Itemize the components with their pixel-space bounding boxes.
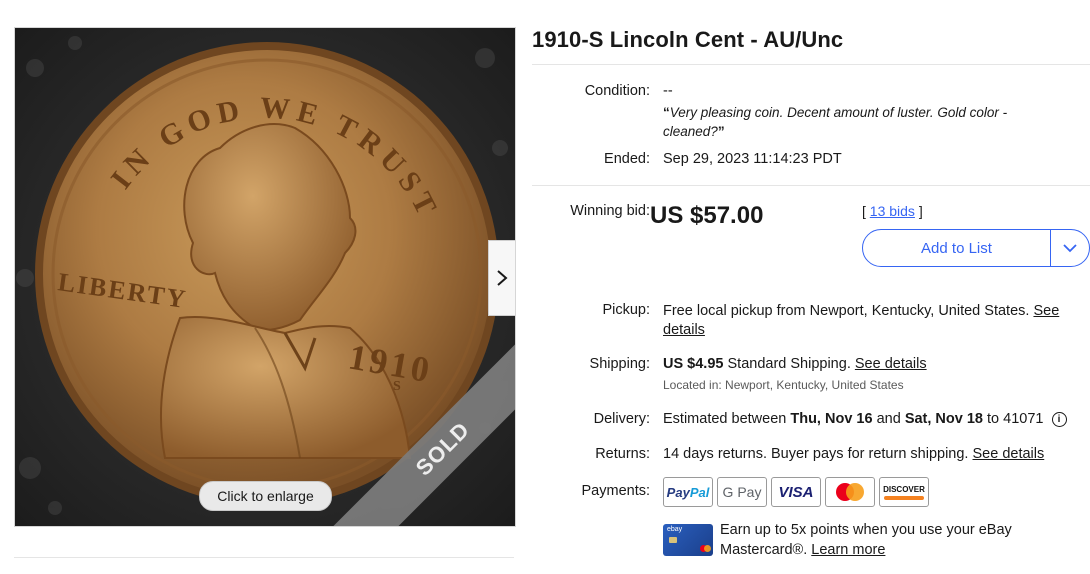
payments-label: Payments: xyxy=(581,483,651,499)
mastercard-icon xyxy=(836,483,864,501)
paypal-logo: Pay Pal xyxy=(663,477,713,507)
pickup-label: Pickup: xyxy=(602,302,650,318)
delivery-value: Estimated between Thu, Nov 16 and Sat, N… xyxy=(663,411,1067,427)
pickup-value: Free local pickup from Newport, Kentucky… xyxy=(663,302,1085,340)
coin-mint-text: S xyxy=(393,379,401,394)
condition-label: Condition: xyxy=(584,83,650,99)
discover-text: DISCOVER xyxy=(883,484,925,494)
returns-value: 14 days returns. Buyer pays for return s… xyxy=(663,446,1044,462)
item-title: 1910-S Lincoln Cent - AU/Unc xyxy=(532,27,844,52)
info-icon[interactable]: i xyxy=(1051,412,1067,427)
item-image-panel[interactable]: IN GOD WE TRUST LIBERTY 1910 S SOLD Clic… xyxy=(14,27,516,527)
add-to-list-dropdown[interactable] xyxy=(1050,230,1089,266)
ended-value: Sep 29, 2023 11:14:23 PDT xyxy=(663,151,842,167)
delivery-prefix: Estimated between xyxy=(663,411,787,427)
shipping-price: US $4.95 xyxy=(663,356,724,372)
bid-history-link[interactable]: 13 bids xyxy=(870,203,915,219)
delivery-start-date: Thu, Nov 16 xyxy=(790,411,873,427)
mastercard-logo xyxy=(825,477,875,507)
shipping-value: US $4.95 Standard Shipping. See details xyxy=(663,356,927,372)
learn-more-link[interactable]: Learn more xyxy=(811,542,885,558)
delivery-label: Delivery: xyxy=(593,411,650,427)
seller-note-text: Very pleasing coin. Decent amount of lus… xyxy=(663,105,1008,139)
divider xyxy=(14,557,514,558)
pickup-text: Free local pickup from Newport, Kentucky… xyxy=(663,303,1030,319)
delivery-and: and xyxy=(876,411,901,427)
coin-photo: IN GOD WE TRUST LIBERTY 1910 S xyxy=(15,28,515,526)
click-to-enlarge-button[interactable]: Click to enlarge xyxy=(199,481,332,511)
visa-logo: VISA xyxy=(771,477,821,507)
google-pay-logo: G Pay xyxy=(717,477,767,507)
returns-see-details-link[interactable]: See details xyxy=(973,446,1045,462)
ended-label: Ended: xyxy=(604,151,650,167)
chevron-right-icon xyxy=(497,270,508,286)
returns-text: 14 days returns. Buyer pays for return s… xyxy=(663,446,969,462)
delivery-end-date: Sat, Nov 18 xyxy=(904,411,983,427)
chevron-down-icon xyxy=(1063,243,1077,252)
bid-count: [ 13 bids ] xyxy=(862,203,923,219)
add-to-list-control[interactable]: Add to List xyxy=(862,229,1090,267)
condition-value: -- xyxy=(663,83,673,99)
divider xyxy=(532,185,1090,186)
seller-note: “Very pleasing coin. Decent amount of lu… xyxy=(663,105,1008,139)
returns-label: Returns: xyxy=(595,446,650,462)
card-brand-text: ebay xyxy=(667,526,683,533)
winning-bid-label: Winning bid: xyxy=(570,203,650,219)
shipping-see-details-link[interactable]: See details xyxy=(855,356,927,372)
payment-methods: Pay Pal G Pay VISA DISCOVER xyxy=(663,477,929,507)
shipping-method: Standard Shipping. xyxy=(727,356,851,372)
ebay-mastercard-promo: Earn up to 5x points when you use your e… xyxy=(720,520,1080,560)
divider xyxy=(532,64,1090,65)
item-location: Located in: Newport, Kentucky, United St… xyxy=(663,378,904,392)
shipping-label: Shipping: xyxy=(589,356,650,372)
winning-bid-price: US $57.00 xyxy=(650,202,764,229)
add-to-list-button[interactable]: Add to List xyxy=(863,230,1050,266)
ebay-mastercard-image: ebay xyxy=(663,524,713,556)
next-image-button[interactable] xyxy=(488,240,515,316)
delivery-zip: to 41071 xyxy=(987,411,1044,427)
discover-logo: DISCOVER xyxy=(879,477,929,507)
